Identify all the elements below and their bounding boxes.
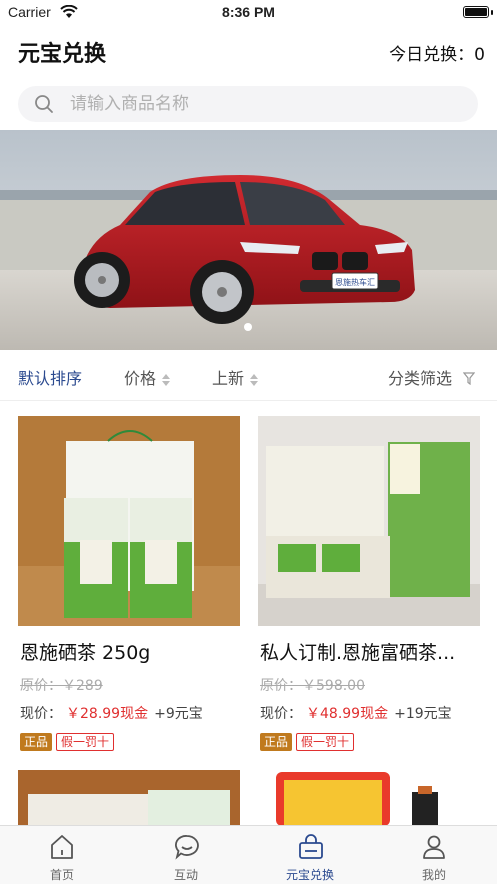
original-price: 原价：￥289 bbox=[20, 675, 103, 695]
product-image[interactable] bbox=[18, 770, 240, 826]
category-filter[interactable]: 分类筛选 bbox=[388, 365, 476, 389]
today-count: 0 bbox=[474, 45, 485, 65]
sort-arrows-icon bbox=[250, 373, 259, 387]
tab-home[interactable]: 首页 bbox=[0, 826, 124, 884]
tab-interact[interactable]: 互动 bbox=[124, 826, 248, 884]
page-title: 元宝兑换 bbox=[18, 42, 107, 67]
today-label: 今日兑换： bbox=[389, 45, 475, 65]
clock: 8:36 PM bbox=[222, 4, 275, 20]
product-image[interactable] bbox=[18, 416, 240, 626]
plate-text: 恩施热车汇 bbox=[335, 277, 375, 287]
current-price-label: 现价： bbox=[260, 706, 302, 722]
original-price-value: ￥598.00 bbox=[302, 678, 365, 694]
tab-profile[interactable]: 我的 bbox=[372, 826, 496, 884]
product-image[interactable] bbox=[258, 416, 480, 626]
original-price: 原价：￥598.00 bbox=[260, 675, 365, 695]
authentic-badge: 正品 bbox=[20, 733, 53, 751]
basket-icon bbox=[298, 834, 323, 860]
tab-exchange-label: 元宝兑换 bbox=[285, 868, 334, 882]
car-photo: 恩施热车汇 bbox=[0, 130, 497, 350]
chat-icon bbox=[174, 834, 199, 860]
current-price: 现价： ￥28.99现金 +9元宝 bbox=[20, 703, 203, 723]
sort-price-label: 价格 bbox=[124, 369, 157, 388]
guarantee-badge: 假一罚十 bbox=[56, 733, 115, 751]
today-exchange-count: 今日兑换：0 bbox=[389, 40, 485, 65]
filter-icon bbox=[462, 370, 476, 389]
product-name[interactable]: 恩施硒茶 250g bbox=[20, 638, 240, 665]
tab-profile-label: 我的 bbox=[421, 868, 446, 882]
user-icon bbox=[422, 834, 446, 860]
authentic-badge: 正品 bbox=[260, 733, 293, 751]
tab-home-label: 首页 bbox=[49, 868, 74, 882]
search-bar[interactable] bbox=[18, 86, 478, 122]
cash-price: ￥48.99现金 bbox=[306, 706, 389, 722]
carousel-indicator[interactable] bbox=[244, 323, 252, 331]
promo-banner[interactable]: 恩施热车汇 bbox=[0, 130, 497, 350]
tab-exchange[interactable]: 元宝兑换 bbox=[248, 826, 372, 884]
sort-newest[interactable]: 上新 bbox=[212, 365, 259, 389]
search-icon bbox=[34, 94, 54, 118]
sort-newest-label: 上新 bbox=[212, 369, 245, 388]
battery-tip bbox=[491, 10, 493, 15]
product-tags: 正品 假一罚十 bbox=[20, 733, 115, 751]
product-name[interactable]: 私人订制.恩施富硒茶... bbox=[260, 638, 480, 665]
sort-arrows-icon bbox=[162, 373, 171, 387]
original-price-value: ￥289 bbox=[62, 678, 103, 694]
battery-icon bbox=[463, 6, 489, 18]
guarantee-badge: 假一罚十 bbox=[296, 733, 355, 751]
product-tags: 正品 假一罚十 bbox=[260, 733, 355, 751]
sort-default[interactable]: 默认排序 bbox=[18, 365, 82, 389]
page-header: 元宝兑换 今日兑换：0 bbox=[0, 30, 497, 76]
current-price-label: 现价： bbox=[20, 706, 62, 722]
category-filter-label: 分类筛选 bbox=[388, 369, 453, 388]
current-price: 现价： ￥48.99现金 +19元宝 bbox=[260, 703, 452, 723]
search-input[interactable] bbox=[70, 86, 460, 122]
original-price-label: 原价： bbox=[20, 678, 62, 694]
home-icon bbox=[50, 834, 74, 860]
coin-price: +19元宝 bbox=[394, 706, 452, 722]
tab-bar: 首页 互动 元宝兑换 我的 bbox=[0, 825, 497, 884]
tab-interact-label: 互动 bbox=[173, 868, 198, 882]
coin-price: +9元宝 bbox=[154, 706, 203, 722]
sort-price[interactable]: 价格 bbox=[124, 365, 171, 389]
sort-bar: 默认排序 价格 上新 分类筛选 bbox=[0, 350, 497, 401]
product-image[interactable] bbox=[258, 770, 480, 826]
original-price-label: 原价： bbox=[260, 678, 302, 694]
cash-price: ￥28.99现金 bbox=[66, 706, 149, 722]
status-bar: Carrier 8:36 PM bbox=[0, 0, 497, 26]
